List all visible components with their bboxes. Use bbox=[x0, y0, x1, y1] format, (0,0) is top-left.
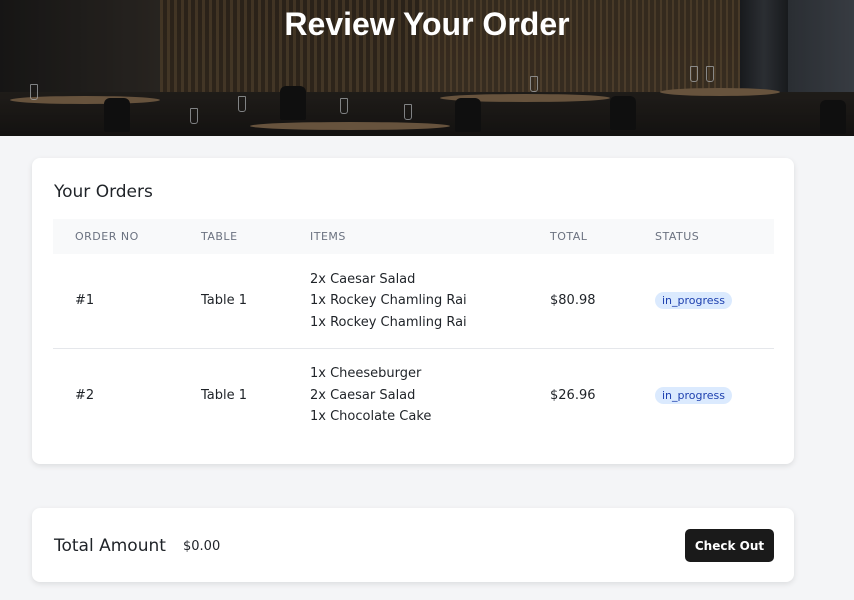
page-title: Review Your Order bbox=[284, 6, 570, 42]
orders-card: Your Orders ORDER NO TABLE ITEMS TOTAL S… bbox=[32, 158, 794, 464]
checkout-button[interactable]: Check Out bbox=[685, 529, 774, 562]
order-item: 2x Caesar Salad bbox=[310, 387, 416, 403]
order-status-cell: in_progress bbox=[633, 254, 774, 348]
table-row: #1 Table 1 2x Caesar Salad 1x Rockey Cha… bbox=[53, 254, 774, 348]
orders-table: ORDER NO TABLE ITEMS TOTAL STATUS #1 Tab… bbox=[53, 219, 774, 442]
column-header-table: TABLE bbox=[201, 230, 238, 243]
order-items: 1x Cheeseburger 2x Caesar Salad 1x Choco… bbox=[288, 348, 528, 442]
column-header-status: STATUS bbox=[655, 230, 700, 243]
table-row: #2 Table 1 1x Cheeseburger 2x Caesar Sal… bbox=[53, 348, 774, 442]
order-total: $80.98 bbox=[550, 293, 596, 309]
order-item: 1x Rockey Chamling Rai bbox=[310, 293, 467, 308]
column-header-order-no: ORDER NO bbox=[75, 230, 139, 243]
order-table: Table 1 bbox=[201, 293, 248, 309]
column-header-items: ITEMS bbox=[310, 230, 346, 243]
order-item: 1x Cheeseburger bbox=[310, 366, 422, 381]
status-badge: in_progress bbox=[655, 386, 733, 404]
order-item: 1x Rockey Chamling Rai bbox=[310, 314, 467, 330]
order-item: 1x Chocolate Cake bbox=[310, 409, 432, 424]
order-status-cell: in_progress bbox=[633, 348, 774, 442]
status-badge: in_progress bbox=[655, 292, 733, 310]
total-amount-value: $0.00 bbox=[183, 539, 221, 554]
orders-heading: Your Orders bbox=[54, 182, 153, 202]
order-table: Table 1 bbox=[201, 387, 248, 403]
order-item: 2x Caesar Salad bbox=[310, 271, 416, 287]
hero-banner: Review Your Order bbox=[0, 0, 854, 136]
order-items: 2x Caesar Salad 1x Rockey Chamling Rai 1… bbox=[288, 254, 528, 348]
order-total: $26.96 bbox=[550, 387, 596, 403]
order-number: #2 bbox=[75, 387, 95, 403]
order-number: #1 bbox=[75, 293, 95, 309]
column-header-total: TOTAL bbox=[550, 230, 588, 243]
total-card: Total Amount $0.00 Check Out bbox=[32, 508, 794, 582]
total-amount-label: Total Amount bbox=[54, 536, 166, 556]
table-header-row: ORDER NO TABLE ITEMS TOTAL STATUS bbox=[53, 219, 774, 254]
